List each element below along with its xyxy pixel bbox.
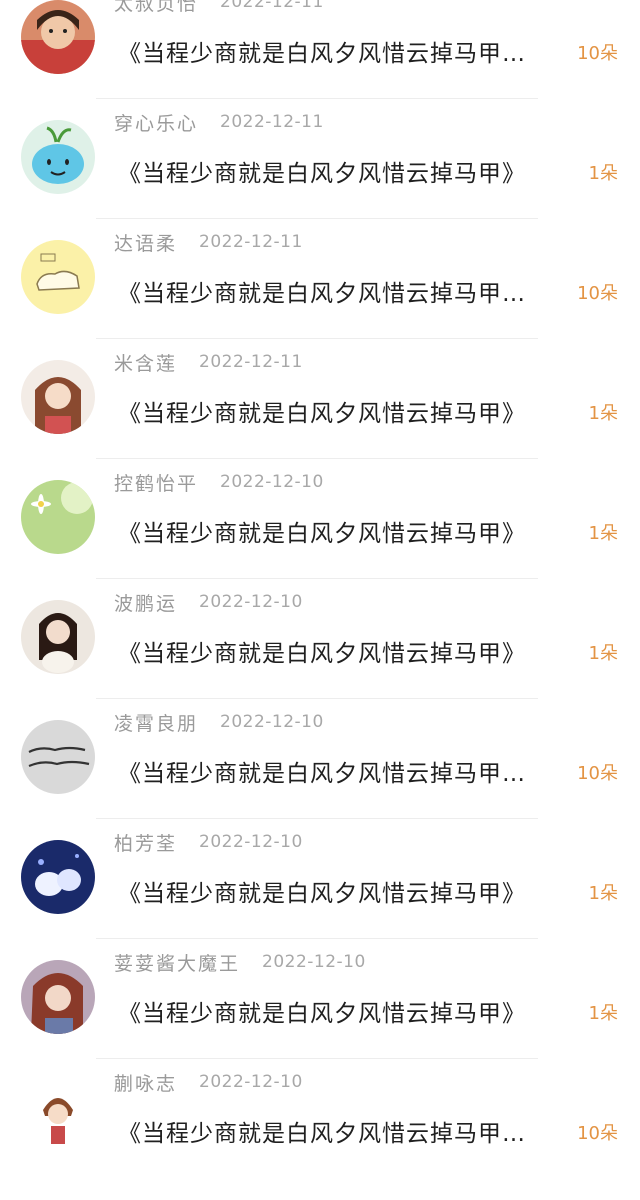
book-title: 《当程少商就是白风夕风惜云掉马甲》 bbox=[118, 401, 526, 427]
book-title: 《当程少商就是白风夕风惜云掉马甲》 bbox=[118, 641, 526, 667]
flower-count: 10朵 bbox=[577, 283, 618, 304]
record-date: 2022-12-11 bbox=[199, 352, 303, 372]
book-title: 《当程少商就是白风夕风惜云掉马甲》 bbox=[118, 521, 526, 547]
avatar[interactable] bbox=[21, 600, 95, 674]
flower-count: 1朵 bbox=[588, 883, 618, 904]
record-date: 2022-12-10 bbox=[220, 712, 324, 732]
user-name: 达语柔 bbox=[114, 232, 178, 255]
list-item[interactable]: 米含莲 2022-12-11 《当程少商就是白风夕风惜云掉马甲》 1朵 bbox=[0, 352, 640, 480]
divider bbox=[96, 1058, 538, 1059]
list-item[interactable]: 控鹤怡平 2022-12-10 《当程少商就是白风夕风惜云掉马甲》 1朵 bbox=[0, 472, 640, 600]
book-title: 《当程少商就是白风夕风惜云掉马甲… bbox=[118, 761, 526, 787]
list-item[interactable]: 凌霄良朋 2022-12-10 《当程少商就是白风夕风惜云掉马甲… 10朵 bbox=[0, 712, 640, 840]
avatar[interactable] bbox=[21, 960, 95, 1034]
book-title: 《当程少商就是白风夕风惜云掉马甲》 bbox=[118, 161, 526, 187]
user-name: 控鹤怡平 bbox=[114, 472, 199, 495]
record-date: 2022-12-11 bbox=[220, 0, 324, 12]
list-item[interactable]: 荽荽酱大魔王 2022-12-10 《当程少商就是白风夕风惜云掉马甲》 1朵 bbox=[0, 952, 640, 1080]
record-date: 2022-12-11 bbox=[199, 232, 303, 252]
avatar[interactable] bbox=[21, 0, 95, 74]
user-name: 荽荽酱大魔王 bbox=[114, 952, 241, 975]
avatar[interactable] bbox=[21, 480, 95, 554]
flower-count: 1朵 bbox=[588, 163, 618, 184]
user-name: 凌霄良朋 bbox=[114, 712, 199, 735]
record-date: 2022-12-11 bbox=[220, 112, 324, 132]
user-name: 蒯咏志 bbox=[114, 1072, 178, 1095]
book-title: 《当程少商就是白风夕风惜云掉马甲… bbox=[118, 41, 526, 67]
record-date: 2022-12-10 bbox=[220, 472, 324, 492]
divider bbox=[96, 218, 538, 219]
divider bbox=[96, 818, 538, 819]
avatar[interactable] bbox=[21, 360, 95, 434]
list-item[interactable]: 穿心乐心 2022-12-11 《当程少商就是白风夕风惜云掉马甲》 1朵 bbox=[0, 112, 640, 240]
record-date: 2022-12-10 bbox=[199, 832, 303, 852]
flower-count: 1朵 bbox=[588, 1003, 618, 1024]
divider bbox=[96, 98, 538, 99]
flower-count: 10朵 bbox=[577, 763, 618, 784]
record-date: 2022-12-10 bbox=[199, 592, 303, 612]
flower-count: 10朵 bbox=[577, 1123, 618, 1144]
record-date: 2022-12-10 bbox=[262, 952, 366, 972]
user-name: 穿心乐心 bbox=[114, 112, 199, 135]
divider bbox=[96, 938, 538, 939]
avatar[interactable] bbox=[21, 240, 95, 314]
divider bbox=[96, 698, 538, 699]
book-title: 《当程少商就是白风夕风惜云掉马甲》 bbox=[118, 1001, 526, 1027]
avatar[interactable] bbox=[21, 720, 95, 794]
user-name: 米含莲 bbox=[114, 352, 178, 375]
divider bbox=[96, 338, 538, 339]
avatar[interactable] bbox=[21, 1080, 95, 1154]
flower-count: 1朵 bbox=[588, 523, 618, 544]
list-item[interactable]: 柏芳荃 2022-12-10 《当程少商就是白风夕风惜云掉马甲》 1朵 bbox=[0, 832, 640, 960]
book-title: 《当程少商就是白风夕风惜云掉马甲… bbox=[118, 1121, 526, 1147]
list-item[interactable]: 波鹏运 2022-12-10 《当程少商就是白风夕风惜云掉马甲》 1朵 bbox=[0, 592, 640, 720]
list-item[interactable]: 达语柔 2022-12-11 《当程少商就是白风夕风惜云掉马甲… 10朵 bbox=[0, 232, 640, 360]
avatar[interactable] bbox=[21, 120, 95, 194]
flower-count: 1朵 bbox=[588, 403, 618, 424]
divider bbox=[96, 578, 538, 579]
list-item[interactable]: 蒯咏志 2022-12-10 《当程少商就是白风夕风惜云掉马甲… 10朵 bbox=[0, 1072, 640, 1200]
flower-count: 1朵 bbox=[588, 643, 618, 664]
flower-count: 10朵 bbox=[577, 43, 618, 64]
book-title: 《当程少商就是白风夕风惜云掉马甲》 bbox=[118, 881, 526, 907]
user-name: 太叔贞怡 bbox=[114, 0, 199, 15]
user-name: 柏芳荃 bbox=[114, 832, 178, 855]
record-date: 2022-12-10 bbox=[199, 1072, 303, 1092]
book-title: 《当程少商就是白风夕风惜云掉马甲… bbox=[118, 281, 526, 307]
list-item[interactable]: 太叔贞怡 2022-12-11 《当程少商就是白风夕风惜云掉马甲… 10朵 bbox=[0, 0, 640, 120]
avatar[interactable] bbox=[21, 840, 95, 914]
user-name: 波鹏运 bbox=[114, 592, 178, 615]
divider bbox=[96, 458, 538, 459]
